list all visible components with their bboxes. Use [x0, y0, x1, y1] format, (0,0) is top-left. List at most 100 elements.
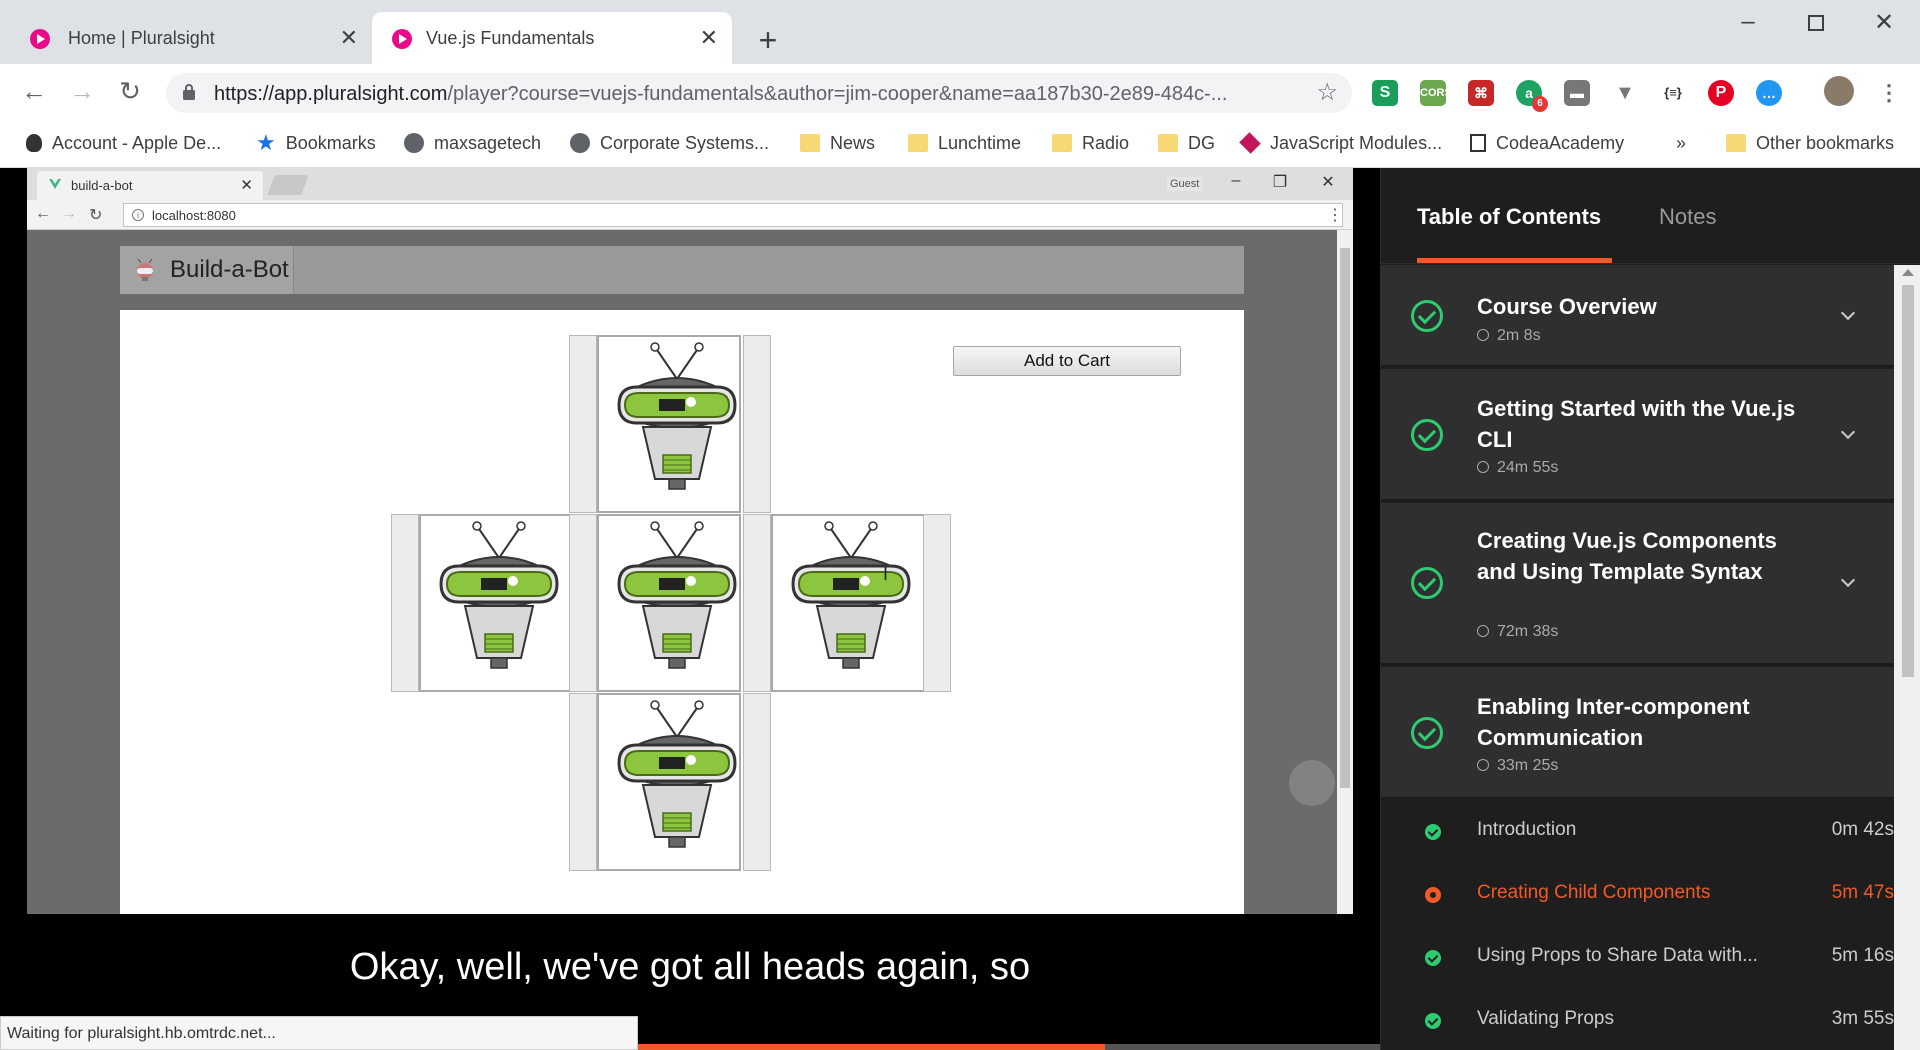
module-course-overview[interactable]: Course Overview 2m 8s: [1381, 265, 1894, 367]
forward-icon[interactable]: →: [66, 76, 98, 107]
inner-reload-icon: ↻: [89, 207, 103, 224]
inner-address-bar: i localhost:8080: [123, 203, 1343, 227]
bookmark-other-bookmarks[interactable]: Other bookmarks: [1726, 128, 1894, 158]
completed-dot-icon: [1425, 950, 1441, 966]
bookmark-label: »: [1676, 132, 1687, 153]
completed-dot-icon: [1425, 824, 1441, 840]
tab-home-pluralsight[interactable]: Home | Pluralsight ✕: [0, 12, 372, 64]
chevron-down-icon[interactable]: [1840, 572, 1856, 588]
base-next-arrow[interactable]: [743, 693, 771, 871]
clip-introduction[interactable]: Introduction 0m 42s: [1381, 801, 1894, 863]
module-duration-text: 33m 25s: [1497, 757, 1559, 774]
minimize-window-icon[interactable]: –: [1728, 8, 1768, 36]
scroll-up-icon[interactable]: [1902, 269, 1914, 276]
module-creating-components[interactable]: Creating Vue.js Components and Using Tem…: [1381, 503, 1894, 665]
chevron-down-icon[interactable]: [1840, 305, 1856, 321]
bookmark-javascript-modules[interactable]: JavaScript Modules...: [1239, 128, 1442, 158]
bookmark-lunchtime[interactable]: Lunchtime: [908, 128, 1021, 158]
extension-vue-icon[interactable]: ▼: [1612, 80, 1638, 106]
robot-right-arm-part: [771, 514, 925, 692]
reload-icon[interactable]: ↻: [114, 76, 146, 107]
video-player[interactable]: build-a-bot ✕ Guest – ❐ ✕ ← → ↻ i localho…: [0, 168, 1380, 1050]
url-path: /player?course=vuejs-fundamentals&author…: [447, 83, 1228, 105]
chevron-down-icon[interactable]: [1840, 424, 1856, 440]
play-watermark-icon: [1289, 760, 1335, 806]
scrollbar-thumb[interactable]: [1902, 285, 1914, 677]
extension-pdf-icon[interactable]: ⌘: [1468, 80, 1494, 106]
address-bar[interactable]: https://app.pluralsight.com/player?cours…: [166, 73, 1352, 113]
clip-title: Validating Props: [1477, 1008, 1614, 1029]
clip-creating-child-components[interactable]: Creating Child Components 5m 47s: [1381, 864, 1894, 926]
clip-using-props[interactable]: Using Props to Share Data with... 5m 16s: [1381, 927, 1894, 989]
pluralsight-icon: [30, 29, 50, 49]
tab-vuejs-fundamentals[interactable]: Vue.js Fundamentals ✕: [372, 12, 732, 64]
torso-next-arrow[interactable]: [743, 514, 771, 692]
close-tab-icon[interactable]: ✕: [340, 25, 358, 51]
profile-avatar[interactable]: [1824, 76, 1854, 106]
clock-icon: [1477, 461, 1489, 473]
clip-title: Creating Child Components: [1477, 882, 1711, 903]
extension-json-icon[interactable]: {≡}: [1660, 80, 1686, 106]
extension-chat-icon[interactable]: ▬: [1564, 80, 1590, 106]
sidebar-scrollbar[interactable]: [1894, 265, 1920, 1050]
more-bookmarks-chevron[interactable]: »: [1676, 128, 1686, 158]
completed-check-icon: [1411, 300, 1443, 332]
add-to-cart-button[interactable]: Add to Cart: [953, 346, 1181, 376]
inner-new-tab: [267, 175, 309, 195]
clock-icon: [1477, 329, 1489, 341]
browser-menu-icon[interactable]: ⋮: [1876, 80, 1902, 106]
inner-toolbar: ← → ↻ i localhost:8080 ⋮: [27, 200, 1353, 230]
module-duration-text: 72m 38s: [1497, 623, 1559, 640]
bookmark-radio[interactable]: Radio: [1052, 128, 1129, 158]
back-icon[interactable]: ←: [18, 76, 50, 107]
folder-icon: [1052, 134, 1072, 152]
active-tab-indicator: [1417, 258, 1612, 263]
pluralsight-icon: [392, 29, 412, 49]
part-prev-arrow[interactable]: [569, 335, 597, 513]
right-arm-next-arrow[interactable]: [923, 514, 951, 692]
extension-cors-icon[interactable]: CORS: [1420, 80, 1452, 106]
maximize-window-icon[interactable]: [1796, 10, 1836, 38]
part-next-arrow[interactable]: [743, 335, 771, 513]
bookmark-dg[interactable]: DG: [1158, 128, 1215, 158]
close-tab-icon[interactable]: ✕: [700, 25, 718, 51]
browser-status-bar: Waiting for pluralsight.hb.omtrdc.net...: [0, 1016, 638, 1050]
course-sidebar: Table of Contents Notes Course Overview …: [1380, 168, 1920, 1050]
clip-duration: 3m 55s: [1831, 1008, 1894, 1029]
app-logo: Build-a-Bot: [120, 246, 294, 294]
star-icon: ★: [256, 130, 276, 155]
left-arm-prev-arrow[interactable]: [391, 514, 419, 692]
robot-head-icon: [435, 518, 563, 690]
tab-table-of-contents[interactable]: Table of Contents: [1417, 204, 1601, 230]
inner-scrollbar: [1337, 230, 1353, 914]
video-progress-bar[interactable]: [638, 1044, 1380, 1050]
clip-validating-props[interactable]: Validating Props 3m 55s: [1381, 990, 1894, 1050]
robot-torso-part: [597, 514, 741, 692]
bookmark-label: Corporate Systems...: [600, 132, 770, 153]
torso-prev-arrow[interactable]: [569, 514, 597, 692]
close-window-icon[interactable]: ✕: [1864, 8, 1904, 37]
bookmark-codeacademy[interactable]: CodeaAcademy: [1470, 128, 1624, 158]
folder-icon: [1158, 134, 1178, 152]
inner-close-icon: ✕: [1321, 174, 1335, 191]
lock-icon: [183, 84, 195, 100]
app-brand: Build-a-Bot: [170, 256, 289, 283]
module-duration-text: 24m 55s: [1497, 459, 1559, 476]
module-inter-component-communication[interactable]: Enabling Inter-component Communication 3…: [1381, 667, 1894, 799]
bookmark-apple[interactable]: Account - Apple De...: [26, 128, 221, 158]
new-tab-icon[interactable]: +: [752, 20, 784, 60]
bookmark-news[interactable]: News: [800, 128, 875, 158]
folder-icon: [908, 134, 928, 152]
extension-s-icon[interactable]: S: [1372, 80, 1398, 106]
bookmark-bookmarks[interactable]: ★ Bookmarks: [256, 128, 376, 158]
pinterest-icon[interactable]: P: [1708, 80, 1734, 106]
bookmark-maxsagetech[interactable]: maxsagetech: [404, 128, 541, 158]
bookmark-star-icon[interactable]: ☆: [1316, 78, 1338, 107]
bookmark-corporate-systems[interactable]: Corporate Systems...: [570, 128, 769, 158]
robot-base-part: [597, 693, 741, 871]
base-prev-arrow[interactable]: [569, 693, 597, 871]
module-getting-started[interactable]: Getting Started with the Vue.js CLI 24m …: [1381, 369, 1894, 501]
inner-tab-label: build-a-bot: [71, 178, 133, 193]
tab-notes[interactable]: Notes: [1659, 204, 1716, 230]
messenger-icon[interactable]: …: [1756, 80, 1782, 106]
